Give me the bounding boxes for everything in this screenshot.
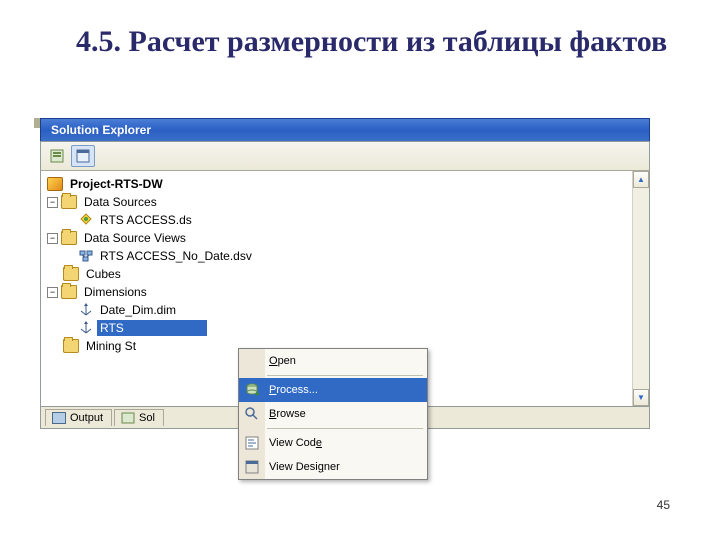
tab-output[interactable]: Output <box>45 409 112 426</box>
designer-icon <box>244 459 260 475</box>
menu-viewdesigner-label: View Designer <box>269 461 340 473</box>
menu-separator <box>267 428 423 429</box>
tab-output-label: Output <box>70 412 103 424</box>
ds1-label: RTS ACCESS.ds <box>97 212 195 228</box>
page-number: 45 <box>657 498 670 512</box>
output-icon <box>52 412 66 424</box>
menu-separator <box>267 375 423 376</box>
browse-icon <box>244 406 260 422</box>
tree-node-dim2[interactable]: RTS <box>47 319 643 337</box>
folder-icon <box>61 195 77 209</box>
solution-icon <box>121 412 135 424</box>
collapse-icon[interactable]: − <box>47 287 58 298</box>
folder-icon <box>61 285 77 299</box>
slide-title: 4.5. Расчет размерности из таблицы факто… <box>0 0 720 70</box>
datasource-icon <box>79 213 93 227</box>
toolbar-showall-button[interactable] <box>71 145 95 167</box>
showall-icon <box>76 149 90 163</box>
tree-node-project[interactable]: Project-RTS-DW <box>47 175 643 193</box>
menu-browse-label: Browse <box>269 408 306 420</box>
collapse-icon[interactable]: − <box>47 197 58 208</box>
menu-viewcode-label: View Code <box>269 437 322 449</box>
properties-icon <box>50 149 64 163</box>
dimension-icon <box>79 321 93 335</box>
scroll-down-button[interactable]: ▼ <box>633 389 649 406</box>
menu-open-label: Open <box>269 355 296 367</box>
tree-node-datasources[interactable]: − Data Sources <box>47 193 643 211</box>
tree-node-ds1[interactable]: RTS ACCESS.ds <box>47 211 643 229</box>
dsv1-label: RTS ACCESS_No_Date.dsv <box>97 248 255 264</box>
collapse-icon[interactable]: − <box>47 233 58 244</box>
dim2-label-selected: RTS <box>97 320 207 336</box>
menu-item-open[interactable]: Open <box>239 349 427 373</box>
menu-process-label: Process... <box>269 384 318 396</box>
mining-label: Mining St <box>83 338 139 354</box>
project-icon <box>47 177 63 191</box>
dsv-icon <box>79 249 93 263</box>
code-icon <box>244 435 260 451</box>
datasources-label: Data Sources <box>81 194 160 210</box>
tab-solution-label: Sol <box>139 412 155 424</box>
process-icon <box>244 382 260 398</box>
window-title: Solution Explorer <box>51 123 151 137</box>
scroll-track[interactable] <box>633 188 649 389</box>
cubes-label: Cubes <box>83 266 124 282</box>
tab-solution[interactable]: Sol <box>114 409 164 426</box>
tree-node-dsviews[interactable]: − Data Source Views <box>47 229 643 247</box>
tree-node-cubes[interactable]: Cubes <box>47 265 643 283</box>
toolbar <box>40 141 650 171</box>
context-menu: Open Process... Browse View Code View De… <box>238 348 428 480</box>
project-label: Project-RTS-DW <box>67 176 166 192</box>
menu-item-browse[interactable]: Browse <box>239 402 427 426</box>
scroll-up-button[interactable]: ▲ <box>633 171 649 188</box>
window-titlebar[interactable]: Solution Explorer <box>40 118 650 141</box>
menu-item-viewdesigner[interactable]: View Designer <box>239 455 427 479</box>
tree-node-dim1[interactable]: Date_Dim.dim <box>47 301 643 319</box>
tree-node-dsv1[interactable]: RTS ACCESS_No_Date.dsv <box>47 247 643 265</box>
tree-node-dimensions[interactable]: − Dimensions <box>47 283 643 301</box>
dimension-icon <box>79 303 93 317</box>
dim1-label: Date_Dim.dim <box>97 302 179 318</box>
menu-item-process[interactable]: Process... <box>239 378 427 402</box>
folder-icon <box>61 231 77 245</box>
toolbar-properties-button[interactable] <box>45 145 69 167</box>
dsviews-label: Data Source Views <box>81 230 189 246</box>
scrollbar-vertical[interactable]: ▲ ▼ <box>632 171 649 406</box>
dimensions-label: Dimensions <box>81 284 150 300</box>
menu-item-viewcode[interactable]: View Code <box>239 431 427 455</box>
folder-icon <box>63 267 79 281</box>
folder-icon <box>63 339 79 353</box>
